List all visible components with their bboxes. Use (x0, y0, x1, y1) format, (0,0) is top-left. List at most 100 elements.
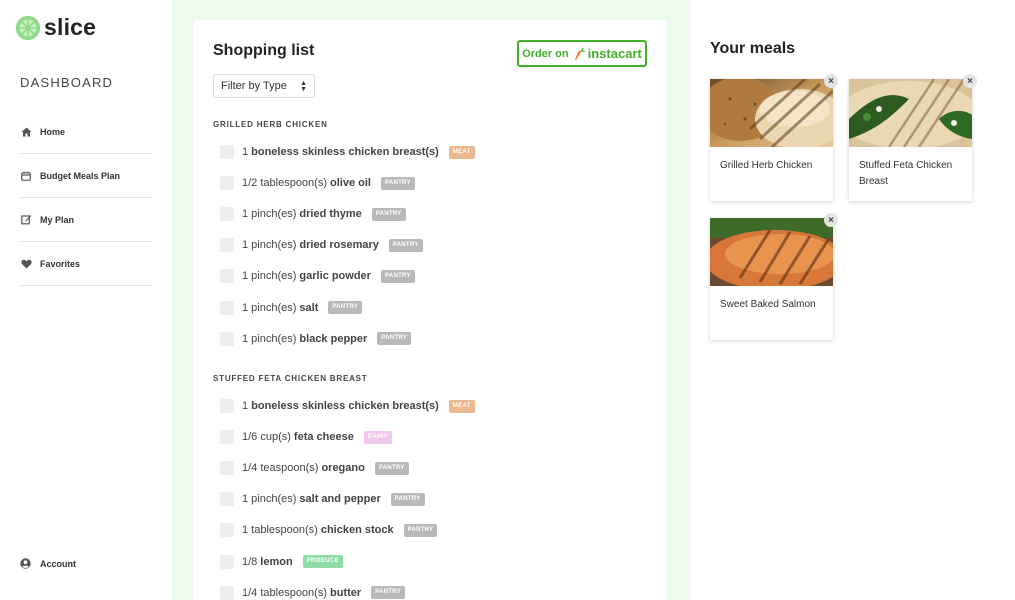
item-quantity: 1 pinch(es) (242, 493, 297, 506)
item-name: dried thyme (299, 208, 362, 221)
shopping-item: 1/2 tablespoon(s) olive oil PANTRY (220, 175, 415, 191)
heart-icon (20, 258, 32, 270)
item-quantity: 1 pinch(es) (242, 301, 297, 314)
item-checkbox[interactable] (220, 145, 234, 159)
sidebar-item-home[interactable]: Home (20, 110, 152, 154)
calendar-icon (20, 170, 32, 182)
main-panel: Shopping list Order on instacart Filter … (172, 0, 690, 600)
item-name: lemon (260, 555, 293, 568)
item-quantity: 1/8 (242, 555, 258, 568)
item-checkbox[interactable] (220, 430, 234, 445)
shopping-item: 1 pinch(es) salt PANTRY (220, 300, 363, 316)
item-type-badge: MEAT (448, 399, 475, 413)
item-checkbox[interactable] (220, 176, 234, 191)
item-name: olive oil (330, 177, 371, 190)
item-name: salt and pepper (299, 493, 381, 506)
item-quantity: 1 (242, 400, 249, 412)
shopping-list-title: Shopping list (213, 42, 315, 59)
shopping-item: 1 pinch(es) black pepper PANTRY (220, 331, 412, 347)
item-checkbox[interactable] (220, 492, 234, 507)
item-quantity: 1/4 tablespoon(s) (242, 586, 327, 599)
dashboard-title: DASHBOARD (20, 75, 114, 90)
sidebar-item-budget-meals-plan[interactable]: Budget Meals Plan (20, 154, 152, 198)
shopping-item: 1/6 cup(s) feta cheese DAIRY (220, 429, 392, 445)
filter-by-type-select[interactable]: Filter by Type ▲ ▼ (213, 74, 315, 98)
item-quantity: 1/2 tablespoon(s) (242, 177, 327, 190)
sidebar-item-label: Budget Meals Plan (40, 170, 121, 181)
filter-label: Filter by Type (221, 80, 287, 92)
remove-meal-button[interactable]: × (963, 74, 977, 88)
item-type-badge: PRODUCE (302, 555, 343, 568)
item-name: oregano (321, 462, 365, 475)
item-checkbox[interactable] (220, 207, 234, 222)
item-quantity: 1 (242, 146, 249, 158)
item-checkbox[interactable] (220, 331, 234, 346)
item-name: garlic powder (299, 270, 371, 283)
sidebar-item-label: My Plan (40, 214, 75, 225)
shopping-item: 1 tablespoon(s) chicken stock PANTRY (220, 522, 438, 538)
item-checkbox[interactable] (220, 554, 234, 569)
item-checkbox[interactable] (220, 523, 234, 538)
item-checkbox[interactable] (220, 461, 234, 476)
user-circle-icon (20, 558, 32, 570)
item-name: boneless skinless chicken breast(s) (251, 146, 439, 158)
item-checkbox[interactable] (220, 269, 234, 284)
logo[interactable]: slice (16, 14, 96, 41)
shopping-item: 1/4 teaspoon(s) oregano PANTRY (220, 460, 409, 476)
remove-meal-button[interactable]: × (824, 74, 838, 88)
shopping-item: 1 boneless skinless chicken breast(s) MEAT (220, 398, 475, 414)
shopping-item: 1 pinch(es) dried thyme PANTRY (220, 206, 406, 222)
sidebar-item-label: Favorites (40, 258, 81, 269)
shopping-item: 1 pinch(es) dried rosemary PANTRY (220, 237, 423, 253)
item-quantity: 1 tablespoon(s) (242, 524, 318, 537)
item-type-badge: PANTRY (328, 301, 363, 314)
meal-card-stuffed-feta-chicken-breast[interactable]: Stuffed Feta Chicken Breast (849, 79, 972, 201)
item-name: chicken stock (320, 524, 394, 537)
shopping-item: 1/4 tablespoon(s) butter PANTRY (220, 585, 405, 600)
item-type-badge: PANTRY (380, 269, 415, 283)
item-type-badge: PANTRY (374, 461, 409, 475)
item-checkbox[interactable] (220, 300, 234, 315)
salmon-photo (710, 218, 833, 286)
meal-name: Grilled Herb Chicken (720, 160, 813, 171)
item-quantity: 1 pinch(es) (242, 208, 297, 221)
meal-card-grilled-herb-chicken[interactable]: Grilled Herb Chicken (710, 79, 833, 201)
your-meals-title: Your meals (710, 40, 796, 57)
meal-name: Sweet Baked Salmon (720, 299, 816, 310)
lime-slice-icon (16, 15, 40, 40)
meal-name: Stuffed Feta Chicken Breast (859, 160, 953, 187)
item-quantity: 1 pinch(es) (242, 239, 297, 252)
stuffed-chicken-photo (849, 79, 972, 147)
item-checkbox[interactable] (220, 238, 234, 253)
sidebar-item-my-plan[interactable]: My Plan (20, 198, 152, 242)
item-quantity: 1/6 cup(s) (242, 431, 291, 444)
item-type-badge: MEAT (448, 145, 475, 159)
item-type-badge: PANTRY (380, 176, 415, 190)
shopping-item: 1 boneless skinless chicken breast(s) MEAT (220, 144, 475, 160)
item-type-badge: PANTRY (390, 492, 425, 506)
section-title: STUFFED FETA CHICKEN BREAST (213, 374, 368, 383)
select-caret-icon: ▲ ▼ (300, 80, 307, 93)
item-type-badge: DAIRY (363, 430, 392, 444)
order-on-instacart-button[interactable]: Order on instacart (517, 40, 647, 67)
carrot-icon (574, 47, 586, 61)
item-quantity: 1/4 teaspoon(s) (242, 462, 319, 475)
meal-card-sweet-baked-salmon[interactable]: Sweet Baked Salmon (710, 218, 833, 340)
remove-meal-button[interactable]: × (824, 213, 838, 227)
item-type-badge: PANTRY (403, 523, 438, 537)
home-icon (20, 126, 32, 138)
item-type-badge: PANTRY (377, 332, 412, 346)
shopping-item: 1 pinch(es) garlic powder PANTRY (220, 268, 415, 284)
item-name: boneless skinless chicken breast(s) (251, 400, 439, 412)
sidebar-item-favorites[interactable]: Favorites (20, 242, 152, 286)
item-checkbox[interactable] (220, 585, 234, 600)
shopping-list-card: Shopping list Order on instacart Filter … (193, 20, 667, 600)
grilled-chicken-photo (710, 79, 833, 147)
item-quantity: 1 pinch(es) (242, 270, 297, 283)
account-link[interactable]: Account (20, 558, 76, 570)
item-checkbox[interactable] (220, 399, 234, 413)
shopping-item: 1/8 lemon PRODUCE (220, 554, 343, 570)
logo-text: slice (44, 14, 97, 40)
account-label: Account (40, 559, 76, 569)
item-type-badge: PANTRY (371, 207, 406, 221)
